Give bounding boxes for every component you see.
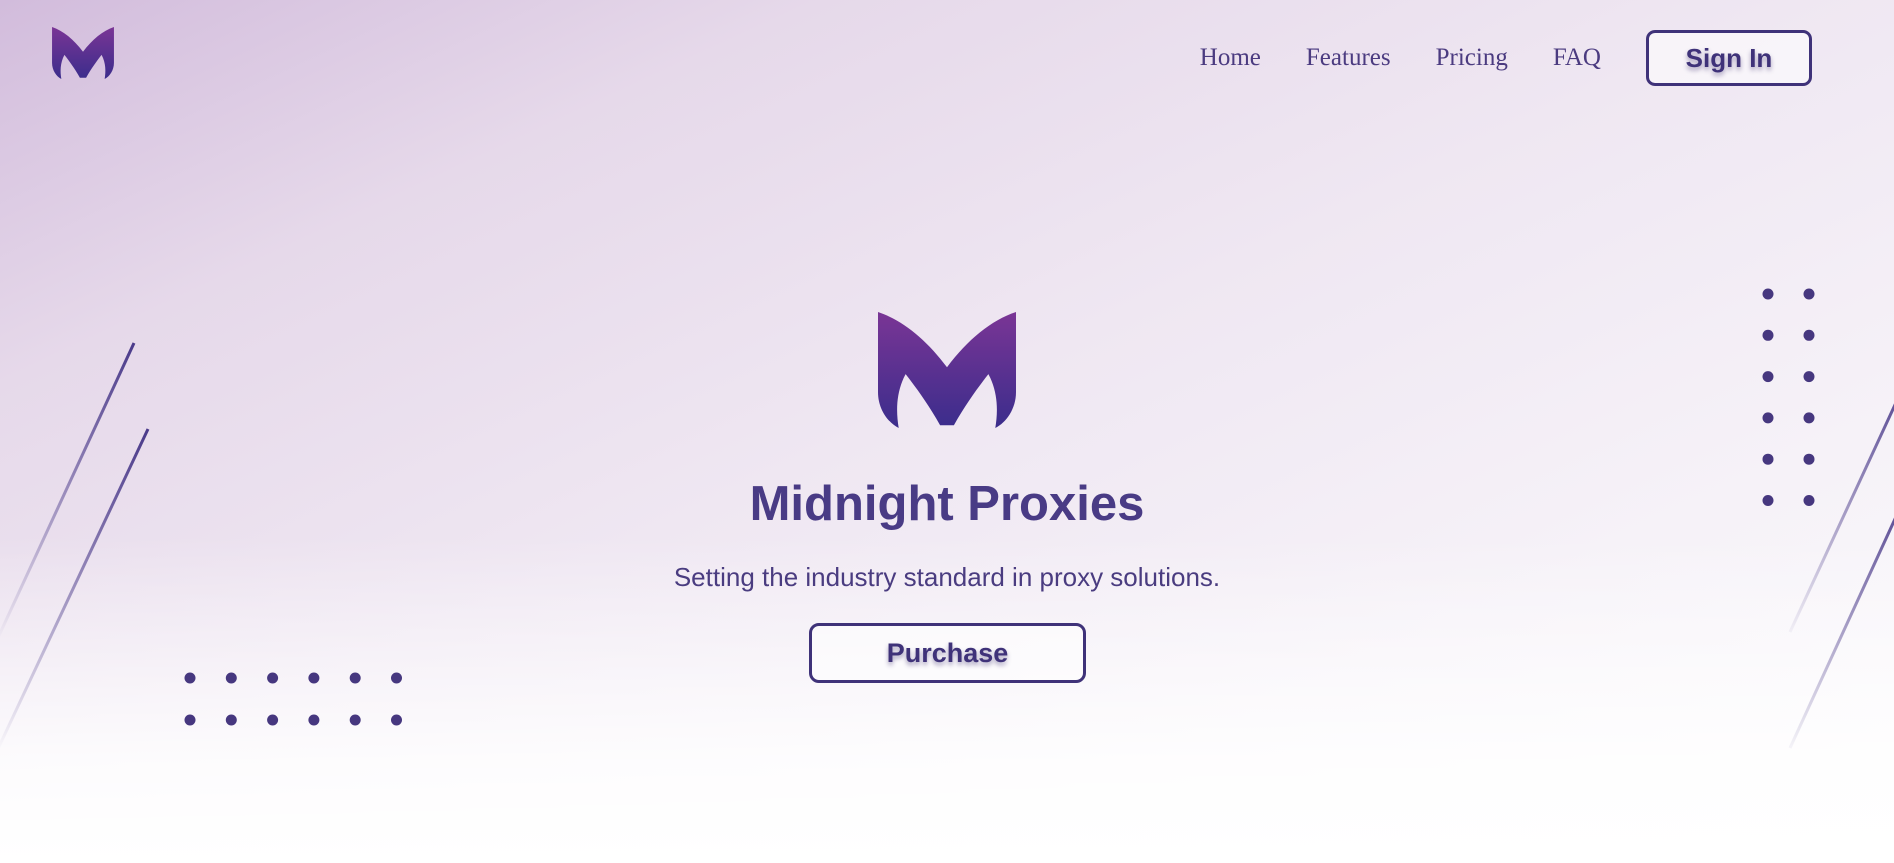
main-navigation: Home Features Pricing FAQ Sign In [1200, 28, 1812, 88]
decorative-dot [267, 714, 279, 726]
hero-m-logo-icon [878, 312, 1016, 428]
decorative-dot [1762, 329, 1774, 341]
decorative-dot [1762, 453, 1774, 465]
purchase-button[interactable]: Purchase [809, 623, 1086, 683]
decorative-dot [1803, 453, 1815, 465]
nav-link-faq[interactable]: FAQ [1553, 44, 1601, 72]
nav-link-pricing[interactable]: Pricing [1436, 44, 1508, 72]
left-diagonal-lines [0, 342, 150, 749]
hero-tagline: Setting the industry standard in proxy s… [673, 562, 1221, 592]
decorative-dot [349, 672, 361, 684]
decorative-dot [308, 714, 320, 726]
left-dot-grid [184, 672, 402, 726]
decorative-dot [391, 672, 402, 684]
decorative-dot [349, 714, 361, 726]
decorative-dot [1762, 288, 1774, 300]
decorative-dot [225, 714, 237, 726]
decorative-dot [225, 672, 237, 684]
decorative-dot [1803, 371, 1815, 383]
decorative-dot [184, 714, 196, 726]
background-decorations [0, 288, 1894, 749]
sign-in-button[interactable]: Sign In [1646, 30, 1812, 86]
midnight-m-logo-icon[interactable] [52, 27, 114, 79]
decorative-dot [267, 672, 279, 684]
decorative-dot [1803, 329, 1815, 341]
decorative-dot [391, 714, 402, 726]
nav-link-home[interactable]: Home [1200, 44, 1261, 72]
decorative-dot [184, 672, 196, 684]
decorative-dot [1762, 412, 1774, 424]
decorative-dot [308, 672, 320, 684]
decorative-dot [1803, 288, 1815, 300]
nav-link-features[interactable]: Features [1306, 44, 1391, 72]
hero-title: Midnight Proxies [749, 477, 1145, 531]
decorative-dot [1803, 412, 1815, 424]
decorative-dot [1762, 371, 1774, 383]
